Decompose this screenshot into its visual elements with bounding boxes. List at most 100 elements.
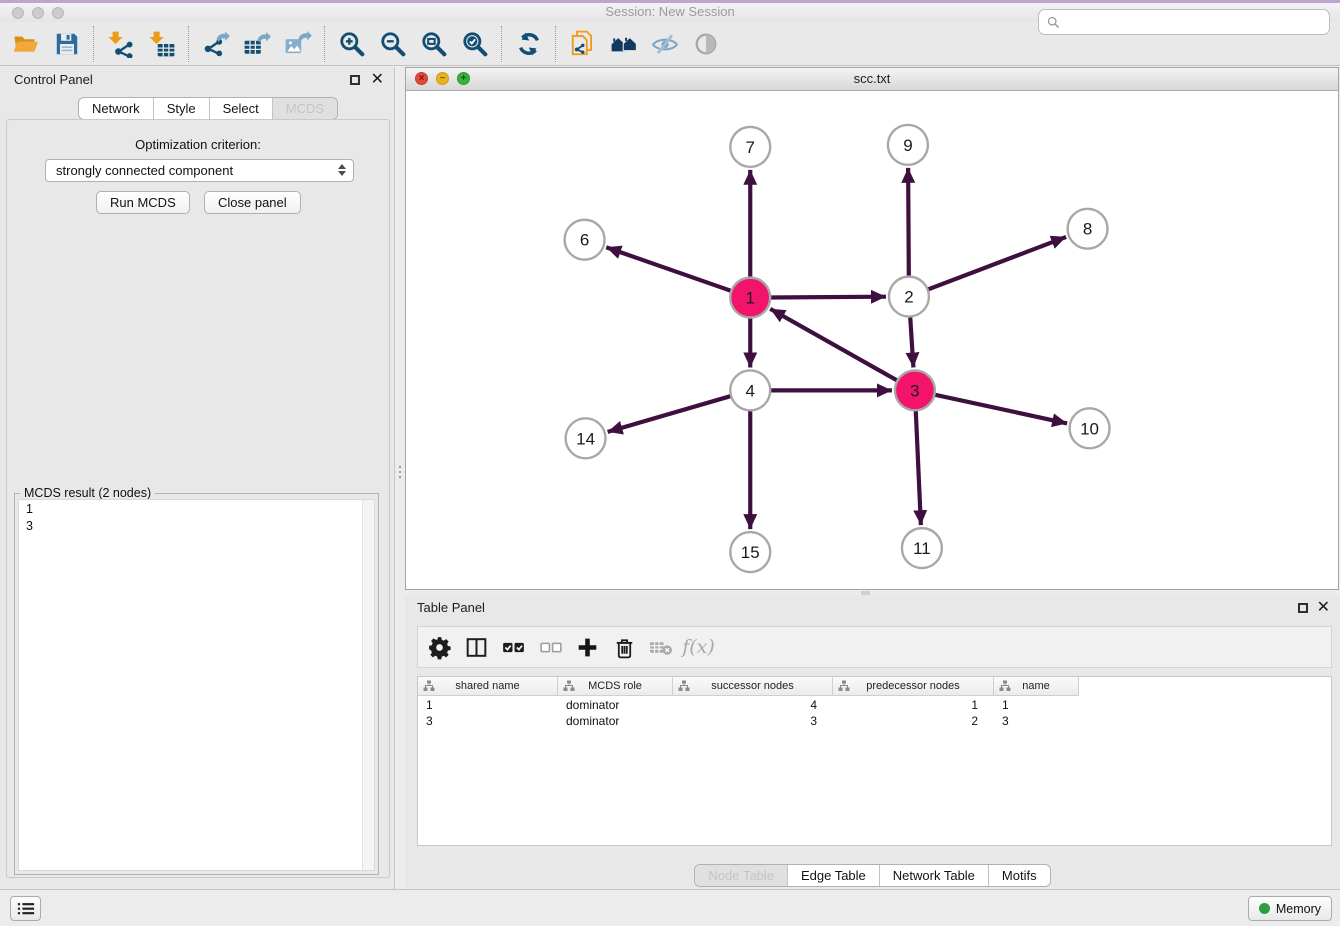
mcds-result-area[interactable]: 1 3	[18, 499, 375, 871]
import-network-from-file-icon	[107, 30, 135, 58]
close-panel-button[interactable]: Close panel	[204, 191, 301, 214]
save-session-icon	[53, 30, 81, 58]
zoom-in-icon	[338, 30, 366, 58]
optimization-criterion-select[interactable]: strongly connected component	[45, 159, 354, 182]
split-columns-icon	[463, 634, 490, 661]
cell-predecessor_nodes: 2	[833, 714, 994, 728]
create-new-column-button[interactable]	[571, 631, 604, 664]
edge-2-to-9[interactable]	[908, 168, 909, 278]
memory-button[interactable]: Memory	[1248, 896, 1332, 921]
control-panel-close-icon[interactable]: ✕	[371, 74, 384, 86]
search-input[interactable]	[1060, 11, 1329, 33]
graph-node-label-8: 8	[1083, 220, 1092, 239]
network-window-controls	[415, 72, 470, 85]
graph-node-label-4: 4	[746, 381, 755, 400]
show-network-overview-button[interactable]	[603, 25, 644, 63]
hide-graphics-details-button[interactable]	[644, 25, 685, 63]
attribute-tree-icon	[563, 680, 575, 692]
select-all-columns-button[interactable]	[497, 631, 530, 664]
control-panel-title: Control Panel	[14, 72, 93, 87]
mcds-result-text: 1 3	[26, 501, 367, 535]
graph-node-label-7: 7	[746, 138, 755, 157]
table-settings-gear-button[interactable]	[423, 631, 456, 664]
table-panel-tabs: Node TableEdge TableNetwork TableMotifs	[694, 864, 1050, 887]
edge-2-to-3[interactable]	[910, 316, 913, 368]
zoom-fit-content-button[interactable]	[413, 25, 454, 63]
zoom-out-button[interactable]	[372, 25, 413, 63]
edge-3-to-11[interactable]	[916, 409, 921, 525]
table-panel-float-icon[interactable]	[1298, 603, 1308, 613]
column-label-predecessor_nodes: predecessor nodes	[866, 680, 960, 692]
graph-node-label-1: 1	[746, 289, 755, 308]
export-network-icon	[202, 30, 230, 58]
apply-preferred-layout-button[interactable]	[508, 25, 549, 63]
show-graphics-details-button[interactable]	[685, 25, 726, 63]
split-columns-button[interactable]	[460, 631, 493, 664]
control-panel-float-icon[interactable]	[350, 75, 360, 85]
status-bar: Memory	[0, 889, 1340, 926]
network-close-button[interactable]	[415, 72, 428, 85]
criterion-selected-value: strongly connected component	[56, 163, 233, 178]
zoom-selected-region-button[interactable]	[454, 25, 495, 63]
control-panel-tabs: NetworkStyleSelectMCDS	[78, 97, 338, 120]
network-window-titlebar[interactable]: scc.txt	[406, 68, 1338, 91]
run-mcds-button[interactable]: Run MCDS	[96, 191, 190, 214]
export-network-button[interactable]	[195, 25, 236, 63]
create-new-column-icon	[574, 634, 601, 661]
table-tab-motifs[interactable]: Motifs	[989, 865, 1050, 886]
table-row[interactable]: 3dominator323	[418, 713, 1331, 729]
import-network-from-file-button[interactable]	[100, 25, 141, 63]
select-all-columns-icon	[500, 634, 527, 661]
edge-1-to-6[interactable]	[606, 247, 732, 291]
unselect-all-columns-icon	[537, 634, 564, 661]
open-session-icon	[12, 30, 40, 58]
save-session-button[interactable]	[46, 25, 87, 63]
network-maximize-button[interactable]	[457, 72, 470, 85]
edge-1-to-2[interactable]	[769, 297, 886, 298]
column-header-mcds_role[interactable]: MCDS role	[558, 677, 673, 696]
edge-2-to-8[interactable]	[927, 237, 1066, 290]
task-history-button[interactable]	[10, 896, 41, 921]
table-tab-node-table[interactable]: Node Table	[695, 865, 788, 886]
control-tab-network[interactable]: Network	[79, 98, 154, 119]
mcds-result-scrollbar[interactable]	[362, 500, 374, 870]
attribute-tree-icon	[999, 680, 1011, 692]
network-minimize-button[interactable]	[436, 72, 449, 85]
attribute-tree-icon	[678, 680, 690, 692]
export-image-icon	[284, 30, 312, 58]
panel-splitter-handle[interactable]	[399, 463, 402, 481]
unselect-all-columns-button[interactable]	[534, 631, 567, 664]
export-table-icon	[243, 30, 271, 58]
edge-3-to-10[interactable]	[933, 394, 1067, 423]
zoom-in-button[interactable]	[331, 25, 372, 63]
control-tab-style[interactable]: Style	[154, 98, 210, 119]
control-tab-select[interactable]: Select	[210, 98, 273, 119]
new-network-from-selection-button[interactable]	[562, 25, 603, 63]
column-label-successor_nodes: successor nodes	[711, 680, 794, 692]
select-chevrons-icon	[338, 164, 346, 176]
node-table-header: shared nameMCDS role successor nodes prede…	[418, 677, 1331, 696]
export-image-button[interactable]	[277, 25, 318, 63]
network-canvas[interactable]: 1234678910111415	[406, 90, 1338, 589]
edge-3-to-1[interactable]	[770, 309, 898, 381]
column-header-predecessor_nodes[interactable]: predecessor nodes	[833, 677, 994, 696]
column-header-shared_name[interactable]: shared name	[418, 677, 558, 696]
show-graphics-details-icon	[692, 30, 720, 58]
zoom-out-icon	[379, 30, 407, 58]
delete-table-button	[645, 631, 678, 664]
cell-name: 1	[994, 698, 1079, 712]
import-table-from-file-button[interactable]	[141, 25, 182, 63]
table-tab-network-table[interactable]: Network Table	[880, 865, 989, 886]
open-session-button[interactable]	[5, 25, 46, 63]
show-network-overview-icon	[610, 30, 638, 58]
delete-column-button[interactable]	[608, 631, 641, 664]
control-tab-mcds[interactable]: MCDS	[273, 98, 337, 119]
table-row[interactable]: 1dominator411	[418, 697, 1331, 713]
toolbar-separator	[93, 26, 94, 62]
column-header-name[interactable]: name	[994, 677, 1079, 696]
edge-4-to-14[interactable]	[608, 396, 732, 432]
table-tab-edge-table[interactable]: Edge Table	[788, 865, 880, 886]
table-panel-close-icon[interactable]: ✕	[1317, 602, 1330, 614]
column-header-successor_nodes[interactable]: successor nodes	[673, 677, 833, 696]
export-table-button[interactable]	[236, 25, 277, 63]
